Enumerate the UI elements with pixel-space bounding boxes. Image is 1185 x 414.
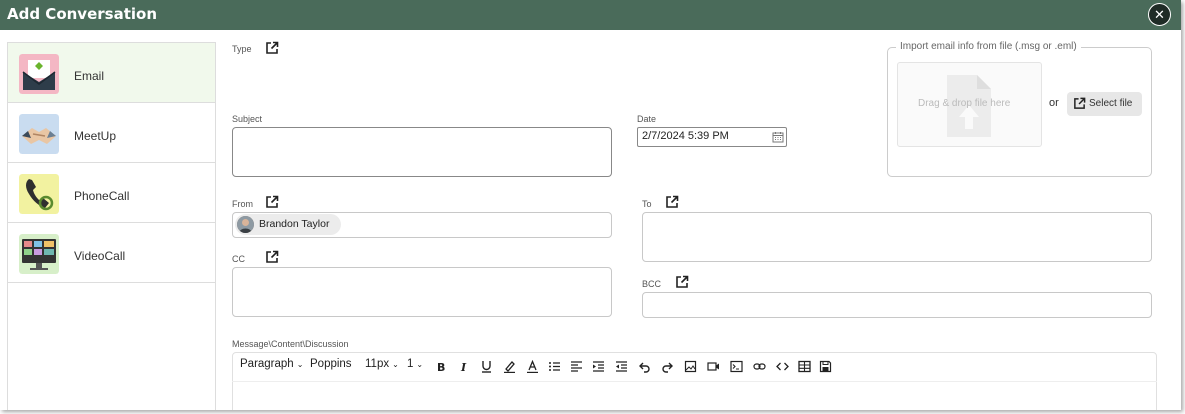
date-input[interactable]: 2/7/2024 5:39 PM: [637, 127, 787, 147]
font-size-label: 11px: [365, 358, 390, 370]
add-conversation-dialog: Add Conversation ✕ Email MeetUp PhoneCal…: [0, 0, 1181, 410]
bullet-list-icon[interactable]: [548, 360, 561, 373]
sidebar-item-phonecall[interactable]: PhoneCall: [8, 163, 215, 223]
sidebar-item-label: MeetUp: [74, 129, 117, 143]
subject-label: Subject: [232, 114, 263, 124]
font-family-dropdown[interactable]: Poppins: [310, 358, 352, 370]
type-label: Type: [232, 44, 252, 54]
line-height-dropdown[interactable]: 1 ⌄: [407, 358, 423, 370]
close-icon: ✕: [1154, 7, 1165, 22]
recipient-name: Brandon Taylor: [259, 218, 330, 230]
video-icon[interactable]: [707, 360, 720, 373]
external-link-icon[interactable]: [665, 195, 679, 209]
message-label: Message\Content\Discussion: [232, 339, 349, 349]
avatar: [237, 216, 254, 233]
title-bar: Add Conversation ✕: [0, 0, 1181, 30]
sidebar-item-label: VideoCall: [74, 249, 126, 263]
line-height-label: 1: [407, 358, 414, 370]
paragraph-label: Paragraph: [240, 358, 294, 370]
bcc-input[interactable]: [642, 292, 1152, 318]
cc-input[interactable]: [232, 267, 612, 317]
font-size-dropdown[interactable]: 11px ⌄: [365, 358, 399, 370]
phone-icon: [19, 174, 59, 214]
sidebar-item-videocall[interactable]: VideoCall: [8, 223, 215, 283]
chevron-down-icon: ⌄: [296, 360, 304, 369]
calendar-icon[interactable]: [772, 131, 784, 143]
handshake-icon: [19, 114, 59, 154]
external-link-icon[interactable]: [265, 195, 279, 209]
italic-icon[interactable]: I: [458, 360, 471, 373]
date-label: Date: [637, 114, 657, 124]
to-label: To: [642, 199, 652, 209]
external-link-icon[interactable]: [265, 41, 279, 55]
link-icon[interactable]: [753, 360, 766, 373]
redo-icon[interactable]: [661, 360, 674, 373]
underline-icon[interactable]: [480, 360, 493, 373]
chevron-down-icon: ⌄: [416, 360, 424, 369]
sidebar-item-meetup[interactable]: MeetUp: [8, 103, 215, 163]
external-link-icon: [1074, 97, 1086, 109]
undo-icon[interactable]: [638, 360, 651, 373]
cc-label: CC: [232, 254, 245, 264]
or-text: or: [1049, 97, 1059, 109]
table-icon[interactable]: [798, 360, 811, 373]
sidebar-item-label: Email: [74, 69, 105, 83]
select-file-button[interactable]: Select file: [1067, 92, 1142, 116]
external-link-icon[interactable]: [675, 275, 689, 289]
close-button[interactable]: ✕: [1148, 3, 1171, 26]
email-envelope-icon: [19, 54, 59, 94]
video-grid-icon: [19, 234, 59, 274]
from-recipient-chip[interactable]: Brandon Taylor: [235, 214, 341, 235]
bold-icon[interactable]: B: [435, 360, 448, 373]
align-left-icon[interactable]: [570, 360, 583, 373]
svg-text:B: B: [437, 361, 445, 373]
import-legend: Import email info from file (.msg or .em…: [896, 41, 1081, 52]
sidebar-item-label: PhoneCall: [74, 189, 130, 203]
indent-icon[interactable]: [592, 360, 605, 373]
embed-icon[interactable]: [730, 360, 743, 373]
from-label: From: [232, 199, 253, 209]
select-file-label: Select file: [1089, 98, 1133, 109]
code-icon[interactable]: [776, 360, 789, 373]
outdent-icon[interactable]: [615, 360, 628, 373]
to-input[interactable]: [642, 212, 1152, 262]
conversation-type-list: Email MeetUp PhoneCall VideoCall: [7, 42, 216, 410]
dialog-title: Add Conversation: [7, 5, 157, 23]
subject-input[interactable]: [232, 127, 612, 177]
image-icon[interactable]: [684, 360, 697, 373]
chevron-down-icon: ⌄: [392, 360, 399, 369]
save-icon[interactable]: [819, 360, 832, 373]
svg-text:I: I: [460, 361, 467, 373]
dropzone-text: Drag & drop file here: [918, 98, 1011, 109]
paragraph-dropdown[interactable]: Paragraph ⌄: [240, 358, 303, 370]
bcc-label: BCC: [642, 279, 662, 289]
font-color-icon[interactable]: [526, 360, 539, 373]
highlight-icon[interactable]: [503, 360, 516, 373]
external-link-icon[interactable]: [265, 250, 279, 264]
sidebar-item-email[interactable]: Email: [8, 43, 215, 103]
